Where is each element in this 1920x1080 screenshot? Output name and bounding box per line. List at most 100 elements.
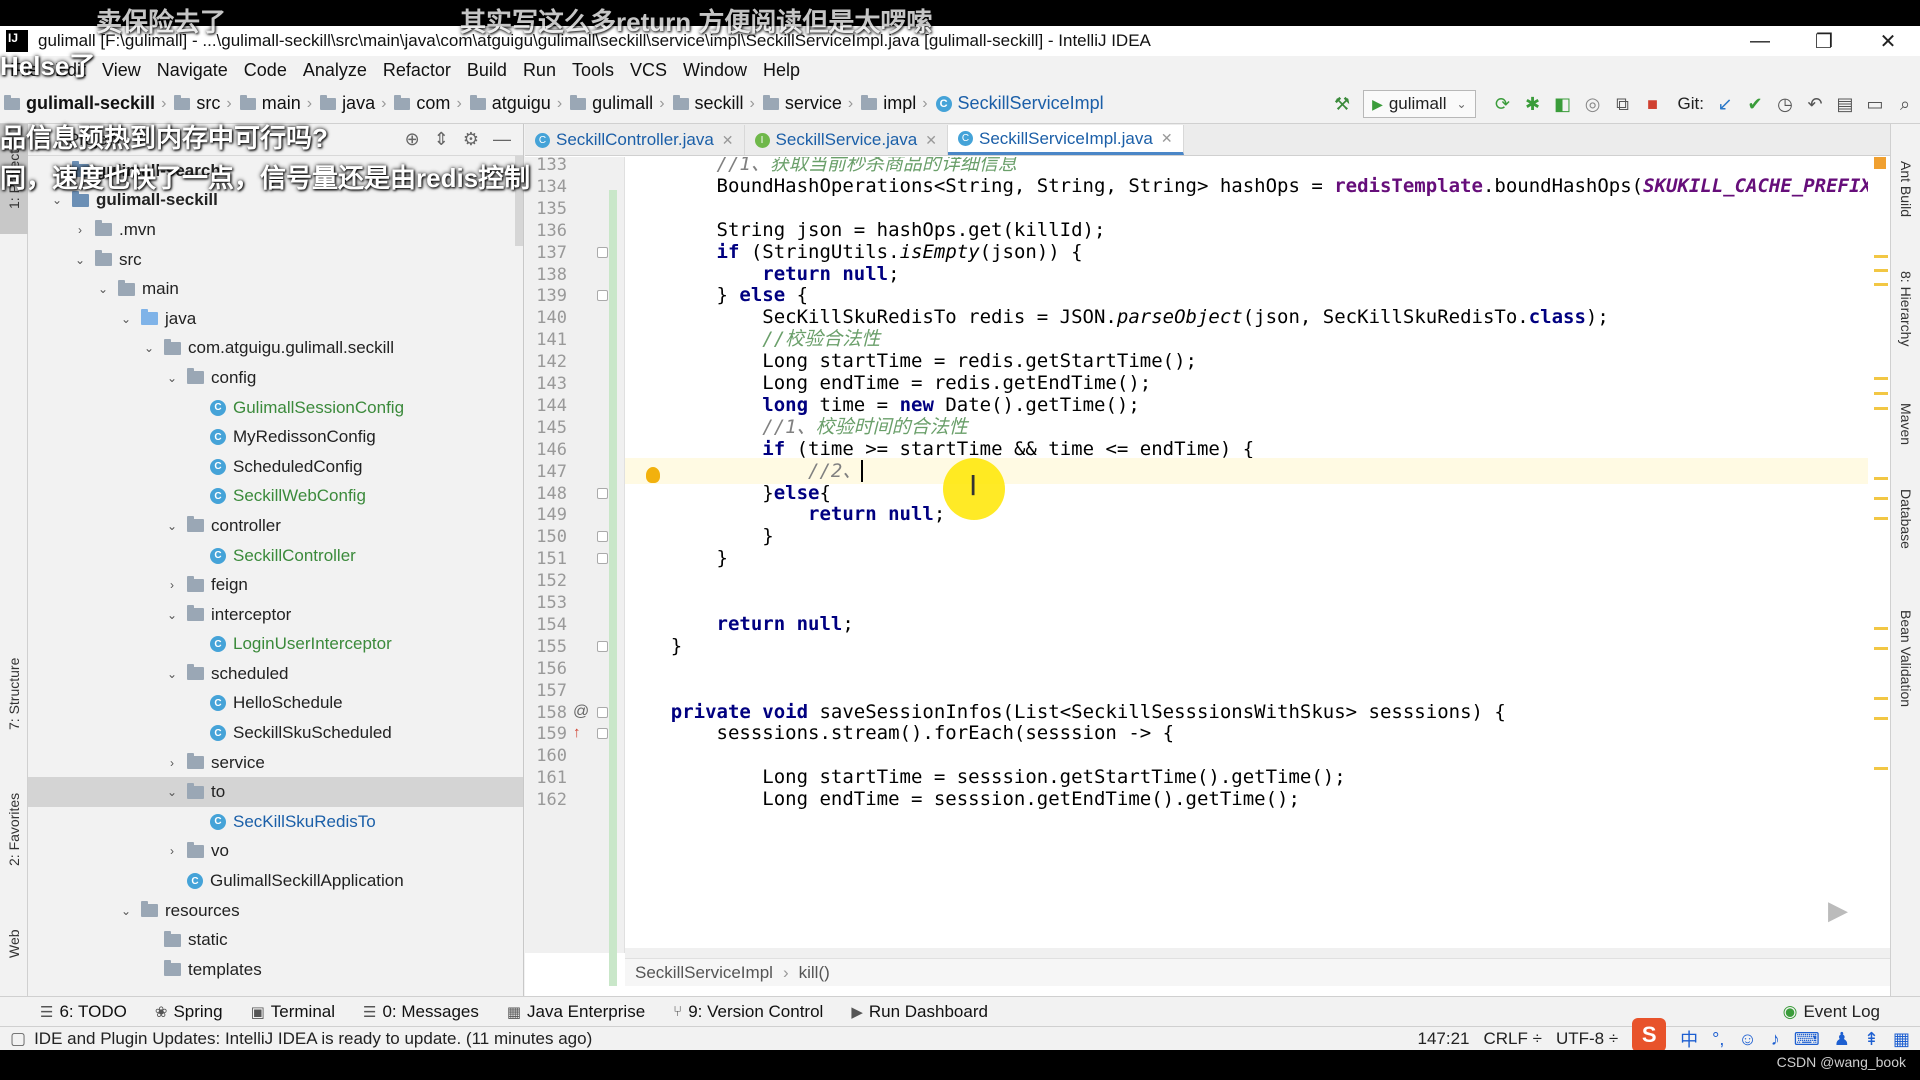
tree-item[interactable]: › vo [28, 837, 523, 867]
skin-icon[interactable]: ⇞ [1864, 1029, 1879, 1050]
attach-icon[interactable]: ⧉ [1608, 89, 1638, 119]
intention-bulb-icon[interactable] [646, 467, 660, 483]
error-stripe[interactable] [1868, 157, 1890, 953]
status-message[interactable]: IDE and Plugin Updates: IntelliJ IDEA is… [34, 1029, 592, 1049]
warning-mark[interactable] [1874, 255, 1888, 258]
search-icon[interactable]: ⌕ [1890, 89, 1920, 119]
tree-item[interactable]: C MyRedissonConfig [28, 422, 523, 452]
bottom-tab-9-version-control[interactable]: ⑂ 9: Version Control [673, 1002, 823, 1022]
maximize-button[interactable]: ❐ [1792, 26, 1856, 56]
line-number[interactable]: 160 [525, 746, 567, 766]
tree-item[interactable]: C GulimallSeckillApplication [28, 866, 523, 896]
microphone-icon[interactable]: ♪ [1771, 1029, 1780, 1050]
breadcrumb-gulimall-seckill[interactable]: gulimall-seckill [4, 93, 155, 114]
line-number[interactable]: 148 [525, 484, 567, 504]
fold-marker-icon[interactable] [597, 728, 608, 740]
line-number[interactable]: 155 [525, 637, 567, 657]
tree-item[interactable]: C HelloSchedule [28, 689, 523, 719]
breadcrumb-seckill[interactable]: seckill [672, 93, 744, 114]
warning-mark[interactable] [1874, 283, 1888, 286]
warning-mark[interactable] [1874, 517, 1888, 520]
tool-tab-maven[interactable]: Maven [1891, 389, 1920, 459]
line-number[interactable]: 151 [525, 549, 567, 569]
line-number[interactable]: 156 [525, 659, 567, 679]
tree-item[interactable]: ⌄ scheduled [28, 659, 523, 689]
breadcrumb-java[interactable]: java [320, 93, 375, 114]
line-number[interactable]: 161 [525, 768, 567, 788]
git-history-icon[interactable]: ◷ [1770, 89, 1800, 119]
line-number[interactable]: 158 [525, 703, 567, 723]
project-structure-icon[interactable]: ▤ [1830, 89, 1860, 119]
line-number[interactable]: 162 [525, 790, 567, 810]
bottom-tab-6-todo[interactable]: ☰ 6: TODO [40, 1002, 127, 1022]
line-number[interactable]: 143 [525, 374, 567, 394]
tree-item[interactable]: ⌄ controller [28, 511, 523, 541]
menu-window[interactable]: Window [683, 60, 747, 81]
tree-item[interactable]: ⌄ com.atguigu.gulimall.seckill [28, 334, 523, 364]
line-separator[interactable]: CRLF ÷ [1484, 1029, 1542, 1049]
warning-mark[interactable] [1874, 477, 1888, 480]
tree-item[interactable]: C GulimallSessionConfig [28, 393, 523, 423]
tree-item[interactable]: ⌄ config [28, 363, 523, 393]
line-number[interactable]: 150 [525, 527, 567, 547]
close-tab-icon[interactable]: ✕ [1161, 130, 1173, 147]
keyboard-icon[interactable]: ⌨ [1794, 1029, 1820, 1050]
menu-vcs[interactable]: VCS [630, 60, 667, 81]
chevron-right-icon[interactable]: › [165, 578, 179, 592]
breadcrumb-impl[interactable]: impl [861, 93, 916, 114]
warning-mark[interactable] [1874, 647, 1888, 650]
code-line[interactable]: sesssions.stream().forEach(sesssion -> { [625, 720, 1175, 747]
tree-item[interactable]: C SeckillController [28, 541, 523, 571]
code-line[interactable]: Long endTime = sesssion.getEndTime().get… [625, 786, 1300, 813]
video-play-icon[interactable]: ▶ [1804, 880, 1872, 940]
override-icon[interactable]: ↑ [573, 724, 581, 741]
chevron-right-icon[interactable]: › [165, 844, 179, 858]
line-number[interactable]: 134 [525, 177, 567, 197]
tree-item[interactable]: ⌄ interceptor [28, 600, 523, 630]
chevron-down-icon[interactable]: ⌄ [119, 312, 133, 326]
tool-tab-favorites[interactable]: 2: Favorites [0, 774, 28, 884]
tool-tab-hierarchy[interactable]: 8: Hierarchy [1891, 254, 1920, 364]
locate-icon[interactable]: ⊕ [405, 129, 420, 150]
ime-logo-icon[interactable]: S [1632, 1018, 1667, 1052]
editor-tab[interactable]: C SeckillServiceImpl.java ✕ [948, 125, 1184, 155]
bottom-tab-spring[interactable]: ❀ Spring [155, 1002, 223, 1022]
tree-item[interactable]: C ScheduledConfig [28, 452, 523, 482]
tree-item[interactable]: C SeckillWebConfig [28, 482, 523, 512]
minimize-button[interactable]: — [1728, 26, 1792, 56]
warning-mark[interactable] [1874, 697, 1888, 700]
bottom-tab-run-dashboard[interactable]: ▶ Run Dashboard [851, 1002, 988, 1022]
breadcrumb-atguigu[interactable]: atguigu [469, 93, 551, 114]
chevron-down-icon[interactable]: ⌄ [50, 193, 64, 207]
code-line[interactable]: } [625, 633, 682, 660]
tree-item[interactable]: C SeckillSkuScheduled [28, 718, 523, 748]
breadcrumb-current-class[interactable]: C SeckillServiceImpl [935, 93, 1104, 114]
tree-item[interactable]: › service [28, 748, 523, 778]
menu-analyze[interactable]: Analyze [303, 60, 367, 81]
annotation-icon[interactable]: @ [573, 703, 589, 721]
warning-mark[interactable] [1874, 497, 1888, 500]
ime-language[interactable]: 中 [1680, 1026, 1698, 1052]
chevron-down-icon[interactable]: ⌄ [165, 667, 179, 681]
fold-marker-icon[interactable] [597, 640, 608, 652]
horizontal-scrollbar[interactable] [625, 948, 1890, 958]
breadcrumb-method[interactable]: kill() [799, 963, 830, 983]
warning-mark[interactable] [1874, 269, 1888, 272]
menu-code[interactable]: Code [244, 60, 287, 81]
bottom-tab-0-messages[interactable]: ☰ 0: Messages [363, 1002, 479, 1022]
line-number[interactable]: 154 [525, 615, 567, 635]
ime-emoji-icon[interactable]: ☺ [1738, 1029, 1756, 1050]
fold-marker-icon[interactable] [597, 487, 608, 499]
chevron-down-icon[interactable]: ⌄ [165, 785, 179, 799]
git-update-icon[interactable]: ↙ [1710, 89, 1740, 119]
status-toggle-icon[interactable]: ▢ [10, 1029, 26, 1049]
user-icon[interactable]: ♟ [1834, 1029, 1850, 1050]
chevron-down-icon[interactable]: ⌄ [73, 253, 87, 267]
tree-item[interactable]: C LoginUserInterceptor [28, 630, 523, 660]
line-number[interactable]: 147 [525, 462, 567, 482]
chevron-down-icon[interactable]: ⌄ [165, 519, 179, 533]
tool-tab-web[interactable]: Web [0, 914, 28, 974]
build-hammer-icon[interactable]: ⚒ [1327, 89, 1357, 119]
editor-tab[interactable]: I SeckillService.java ✕ [745, 125, 948, 155]
fold-marker-icon[interactable] [597, 553, 608, 565]
